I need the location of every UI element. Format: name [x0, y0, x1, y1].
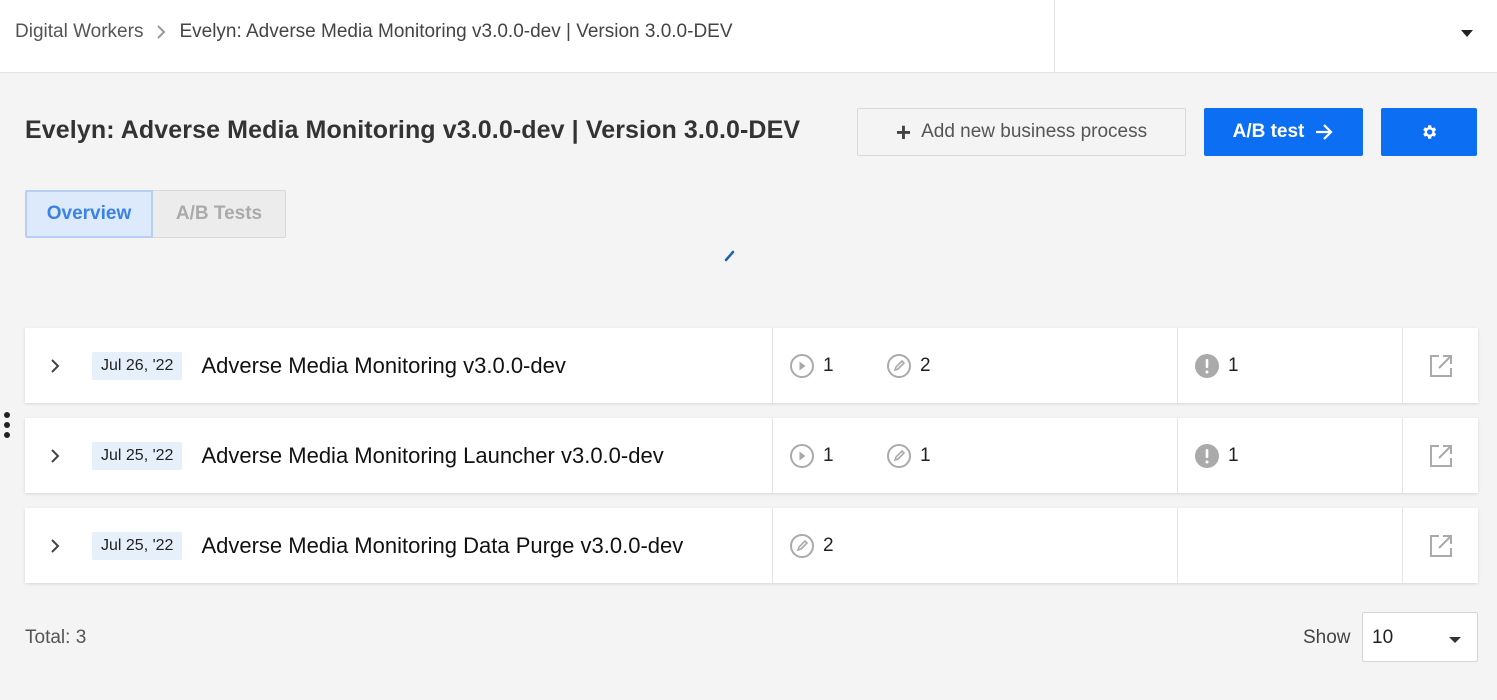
- top-dropdown[interactable]: [1055, 0, 1497, 73]
- open-external-icon: [1429, 354, 1452, 377]
- pencil-circle-icon: [790, 534, 814, 558]
- play-circle-icon: [790, 354, 814, 378]
- plus-icon: +: [895, 117, 912, 147]
- breadcrumb-current: Evelyn: Adverse Media Monitoring v3.0.0-…: [179, 21, 733, 42]
- process-issues-cell: [1178, 508, 1403, 583]
- open-process-button[interactable]: [1403, 418, 1478, 493]
- page-size-label: Show: [1303, 627, 1351, 648]
- issue-count: 1: [1194, 443, 1239, 469]
- gear-icon: [1423, 125, 1437, 139]
- date-badge: Jul 25, '22: [92, 441, 183, 470]
- ab-test-button[interactable]: A/B test: [1204, 108, 1363, 156]
- process-main-cell: Jul 25, '22 Adverse Media Monitoring Lau…: [25, 418, 773, 493]
- edit-count: 2: [789, 533, 834, 559]
- open-process-button[interactable]: [1403, 328, 1478, 403]
- more-vertical-icon[interactable]: [4, 412, 12, 442]
- tab-ab-tests[interactable]: A/B Tests: [153, 190, 286, 238]
- add-business-process-label: Add new business process: [921, 121, 1148, 142]
- process-name[interactable]: Adverse Media Monitoring Data Purge v3.0…: [201, 533, 683, 559]
- open-external-icon: [1429, 444, 1452, 467]
- process-stats-cell: 1 2: [773, 328, 1178, 403]
- top-bar: Digital Workers Evelyn: Adverse Media Mo…: [0, 0, 1497, 73]
- page-size-select[interactable]: 10: [1362, 612, 1478, 662]
- process-main-cell: Jul 26, '22 Adverse Media Monitoring v3.…: [25, 328, 773, 403]
- date-badge: Jul 25, '22: [92, 531, 183, 560]
- process-stats-cell: 2: [773, 508, 1178, 583]
- alert-circle-icon: [1195, 354, 1219, 378]
- pencil-circle-icon: [887, 444, 911, 468]
- page-size-value: 10: [1372, 627, 1394, 648]
- alert-circle-icon: [1195, 444, 1219, 468]
- tab-overview[interactable]: Overview: [25, 190, 153, 238]
- chevron-right-icon[interactable]: [43, 444, 67, 468]
- date-badge: Jul 26, '22: [92, 351, 183, 380]
- process-row[interactable]: Jul 25, '22 Adverse Media Monitoring Lau…: [25, 418, 1478, 493]
- run-count: 1: [789, 353, 834, 379]
- page-title: Evelyn: Adverse Media Monitoring v3.0.0-…: [25, 116, 801, 144]
- loading-spinner-icon: [724, 250, 735, 262]
- add-business-process-button[interactable]: + Add new business process: [857, 108, 1186, 156]
- chevron-right-icon[interactable]: [43, 354, 67, 378]
- breadcrumb: Digital Workers Evelyn: Adverse Media Mo…: [15, 20, 733, 44]
- breadcrumb-digital-workers[interactable]: Digital Workers: [15, 21, 143, 43]
- ab-test-label: A/B test: [1232, 121, 1305, 142]
- play-circle-icon: [790, 444, 814, 468]
- process-name[interactable]: Adverse Media Monitoring Launcher v3.0.0…: [201, 443, 663, 469]
- process-name[interactable]: Adverse Media Monitoring v3.0.0-dev: [201, 353, 565, 379]
- chevron-right-icon: [157, 25, 166, 39]
- total-count: Total: 3: [25, 627, 87, 648]
- chevron-right-icon[interactable]: [43, 534, 67, 558]
- process-issues-cell: 1: [1178, 418, 1403, 493]
- open-process-button[interactable]: [1403, 508, 1478, 583]
- process-issues-cell: 1: [1178, 328, 1403, 403]
- process-row[interactable]: Jul 26, '22 Adverse Media Monitoring v3.…: [25, 328, 1478, 403]
- process-stats-cell: 1 1: [773, 418, 1178, 493]
- arrow-right-icon: [1316, 124, 1333, 140]
- process-main-cell: Jul 25, '22 Adverse Media Monitoring Dat…: [25, 508, 773, 583]
- edit-count: 1: [886, 443, 931, 469]
- settings-button[interactable]: [1381, 108, 1477, 156]
- tab-bar: Overview A/B Tests: [25, 190, 286, 238]
- open-external-icon: [1429, 534, 1452, 557]
- edit-count: 2: [886, 353, 931, 379]
- pencil-circle-icon: [887, 354, 911, 378]
- run-count: 1: [789, 443, 834, 469]
- caret-down-icon: [1461, 30, 1473, 37]
- issue-count: 1: [1194, 353, 1239, 379]
- caret-down-icon: [1449, 637, 1461, 643]
- process-row[interactable]: Jul 25, '22 Adverse Media Monitoring Dat…: [25, 508, 1478, 583]
- process-list: Jul 26, '22 Adverse Media Monitoring v3.…: [25, 328, 1478, 598]
